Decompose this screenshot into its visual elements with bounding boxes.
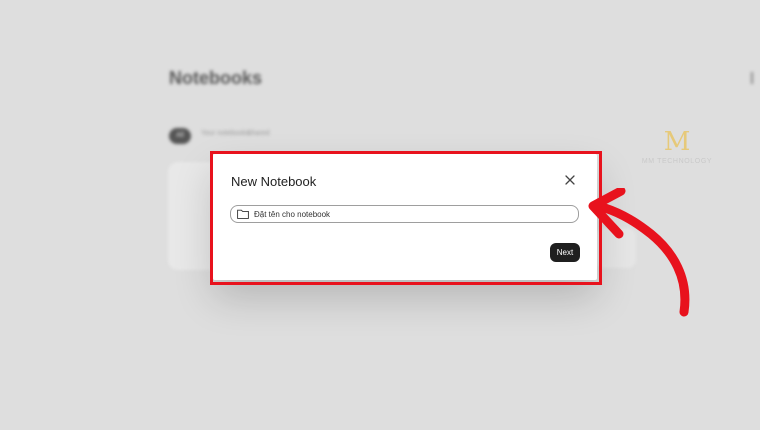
notebook-name-field[interactable] bbox=[230, 205, 579, 223]
annotation-arrow bbox=[588, 188, 690, 317]
filter-chip-yours[interactable]: Your notebooks bbox=[201, 130, 249, 137]
notebook-name-input[interactable] bbox=[254, 209, 554, 219]
page-title: Notebooks bbox=[169, 68, 263, 88]
next-button[interactable]: Next bbox=[550, 243, 580, 262]
new-notebook-dialog: New Notebook Next bbox=[213, 154, 597, 280]
close-icon[interactable] bbox=[562, 172, 578, 188]
watermark: M MM TECHNOLOGY bbox=[637, 128, 717, 165]
dialog-title: New Notebook bbox=[231, 174, 317, 189]
folder-icon bbox=[237, 209, 249, 219]
watermark-text: MM TECHNOLOGY bbox=[641, 158, 713, 165]
filter-chip-shared[interactable]: Shared bbox=[247, 130, 270, 137]
filter-chip-all[interactable]: All bbox=[169, 128, 191, 144]
watermark-logo: M bbox=[663, 127, 691, 157]
sidebar-toggle-icon bbox=[751, 72, 760, 84]
